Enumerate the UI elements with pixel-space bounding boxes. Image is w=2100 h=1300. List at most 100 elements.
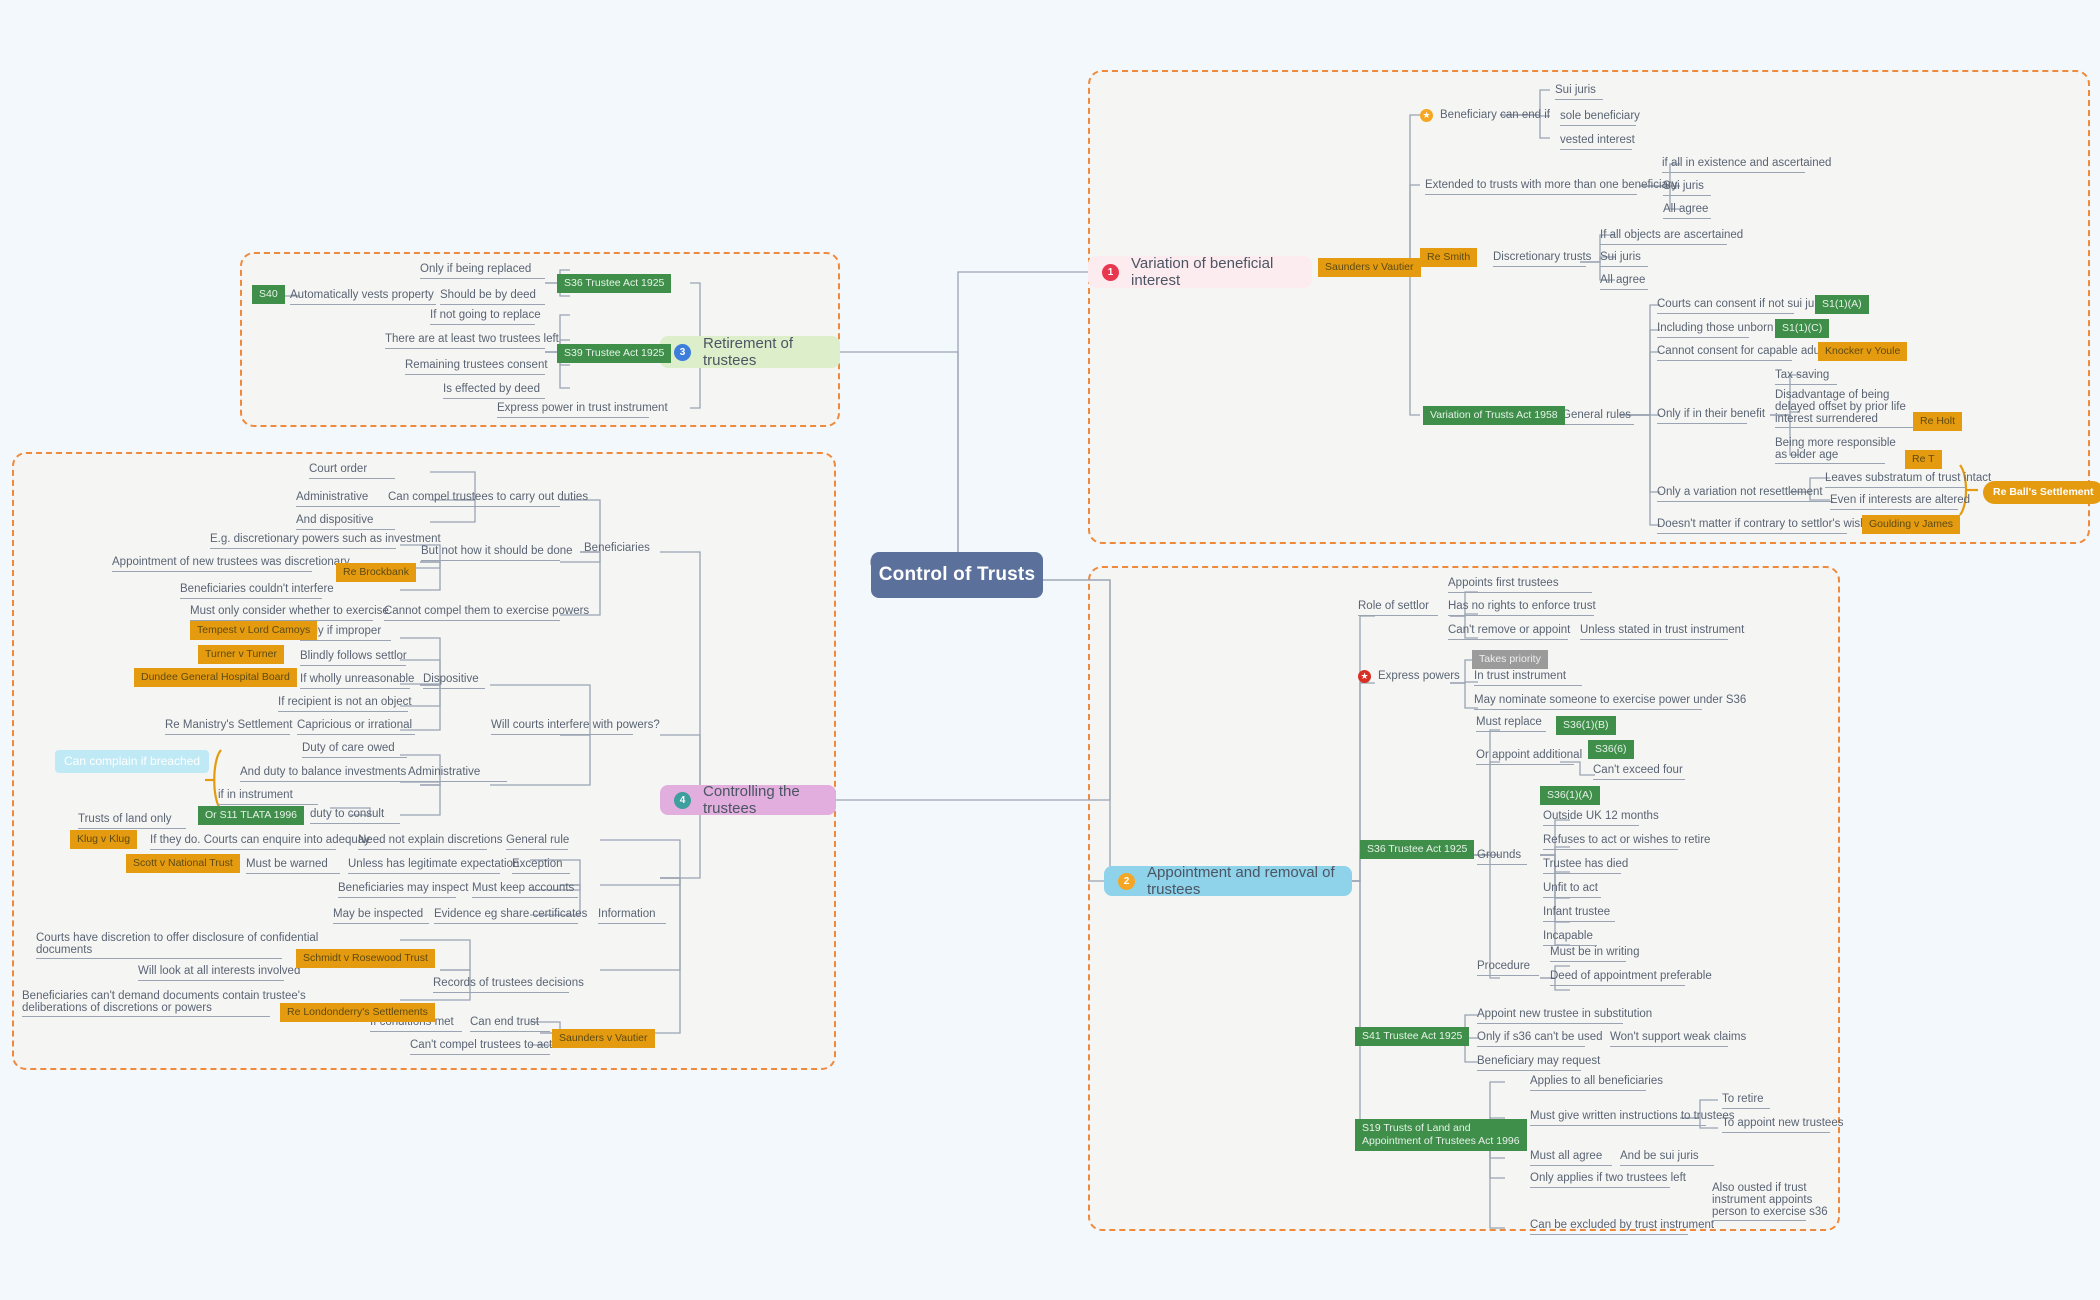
node-variation-22[interactable]: Even if interests are altered	[1830, 494, 1970, 510]
node-variation-20[interactable]: Only a variation not resettlement	[1657, 486, 1833, 502]
node-controlling-39[interactable]: Beneficiaries can't demand documents con…	[22, 990, 306, 1017]
node-controlling-9[interactable]: Must only consider whether to exercise	[190, 605, 389, 621]
node-controlling-0[interactable]: Court order	[309, 463, 395, 479]
chip-re-balls-settlement[interactable]: Re Ball's Settlement	[1983, 481, 2100, 504]
chip-re-brockbank[interactable]: Re Brockbank	[336, 563, 416, 582]
node-appointment-27[interactable]: To retire	[1722, 1093, 1770, 1109]
node-variation-17[interactable]: Tax saving	[1775, 369, 1837, 385]
node-appointment-23[interactable]: Won't support weak claims	[1610, 1031, 1746, 1047]
node-variation-19[interactable]: Being more responsible as older age	[1775, 437, 1896, 464]
node-variation-23[interactable]: Doesn't matter if contrary to settlor's …	[1657, 518, 1879, 534]
node-controlling-21[interactable]: Administrative	[408, 766, 507, 782]
node-appointment-7[interactable]: May nominate someone to exercise power u…	[1474, 694, 1746, 710]
node-appointment-2[interactable]: Has no rights to enforce trust	[1448, 600, 1596, 616]
node-variation-11[interactable]: All agree	[1600, 274, 1648, 290]
chip-variation-of-trusts-act-1958[interactable]: Variation of Trusts Act 1958	[1423, 406, 1565, 425]
chip-re-holt[interactable]: Re Holt	[1913, 412, 1963, 431]
node-retirement-7[interactable]: Express power in trust instrument	[497, 402, 668, 418]
node-variation-1[interactable]: sole beneficiary	[1560, 110, 1640, 126]
node-appointment-15[interactable]: Unfit to act	[1543, 882, 1601, 898]
node-controlling-15[interactable]: If recipient is not an object	[278, 696, 412, 712]
chip-s1-1-c[interactable]: S1(1)(C)	[1775, 319, 1830, 338]
node-variation-21[interactable]: Leaves substratum of trust intact	[1825, 472, 1991, 488]
node-controlling-37[interactable]: Will look at all interests involved	[138, 965, 300, 981]
chip-schmidt-v-rosewood-trust[interactable]: Schmidt v Rosewood Trust	[296, 949, 435, 968]
chip-s36-trustee-act-1925[interactable]: S36 Trustee Act 1925	[557, 274, 672, 293]
node-controlling-8[interactable]: Beneficiaries	[584, 542, 650, 557]
node-controlling-34[interactable]: Evidence eg share certificates	[434, 908, 587, 924]
node-controlling-30[interactable]: Exception	[512, 858, 570, 874]
node-controlling-19[interactable]: Duty of care owed	[302, 742, 407, 758]
node-variation-6[interactable]: Sui juris	[1663, 180, 1711, 196]
chip-s1-1-a[interactable]: S1(1)(A)	[1815, 295, 1869, 314]
chip-s39-trustee-act-1925[interactable]: S39 Trustee Act 1925	[557, 344, 672, 363]
node-retirement-4[interactable]: There are at least two trustees left	[385, 333, 559, 349]
chip-s36-1-a[interactable]: S36(1)(A)	[1540, 786, 1600, 805]
node-appointment-3[interactable]: Can't remove or appoint	[1448, 624, 1570, 640]
chip-takes-priority[interactable]: Takes priority	[1472, 650, 1548, 669]
chip-saunders-v-vautier-1[interactable]: Saunders v Vautier	[1318, 258, 1421, 277]
node-variation-8[interactable]: Discretionary trusts	[1493, 251, 1591, 267]
node-variation-0[interactable]: Sui juris	[1555, 84, 1603, 100]
node-controlling-24[interactable]: Trusts of land only	[78, 813, 186, 829]
node-controlling-32[interactable]: Must keep accounts	[472, 882, 578, 898]
node-controlling-26[interactable]: Need not explain discretions	[358, 834, 502, 850]
node-appointment-5[interactable]: Express powers	[1378, 670, 1460, 685]
node-retirement-3[interactable]: If not going to replace	[430, 309, 541, 325]
node-appointment-10[interactable]: Can't exceed four	[1593, 764, 1685, 780]
node-controlling-16[interactable]: Re Manistry's Settlement	[165, 719, 292, 735]
chip-saunders-v-vautier-2[interactable]: Saunders v Vautier	[552, 1029, 655, 1048]
chip-turner-v-turner[interactable]: Turner v Turner	[198, 645, 284, 664]
node-retirement-1[interactable]: Should be by deed	[440, 289, 545, 305]
node-appointment-0[interactable]: Appoints first trustees	[1448, 577, 1592, 593]
node-controlling-22[interactable]: if in instrument	[218, 789, 318, 805]
root-node[interactable]: Control of Trusts	[871, 552, 1043, 598]
main-topic-retirement[interactable]: 3 Retirement of trustees	[660, 335, 840, 369]
node-controlling-23[interactable]: duty to consult	[310, 808, 400, 824]
node-controlling-18[interactable]: Will courts interfere with powers?	[491, 719, 660, 735]
node-controlling-28[interactable]: Must be warned	[246, 858, 340, 874]
chip-s40[interactable]: S40	[252, 285, 285, 304]
node-variation-3[interactable]: Beneficiary can end if	[1440, 109, 1550, 124]
chip-knocker-v-youle[interactable]: Knocker v Youle	[1818, 342, 1908, 361]
node-appointment-30[interactable]: And be sui juris	[1620, 1150, 1714, 1166]
node-controlling-29[interactable]: Unless has legitimate expectation	[348, 858, 519, 874]
main-topic-controlling[interactable]: 4 Controlling the trustees	[660, 783, 836, 817]
node-appointment-1[interactable]: Role of settlor	[1358, 600, 1438, 616]
node-controlling-35[interactable]: Information	[598, 908, 666, 924]
node-controlling-7[interactable]: But not how it should be done	[421, 545, 573, 561]
node-appointment-21[interactable]: Appoint new trustee in substitution	[1477, 1008, 1652, 1024]
node-variation-18[interactable]: Disadvantage of being delayed offset by …	[1775, 389, 1915, 428]
chip-re-londonderrys-settlements[interactable]: Re Londonderry's Settlements	[280, 1003, 435, 1022]
node-appointment-17[interactable]: Incapable	[1543, 930, 1597, 946]
node-variation-4[interactable]: Extended to trusts with more than one be…	[1425, 179, 1678, 195]
chip-goulding-v-james[interactable]: Goulding v James	[1862, 515, 1961, 534]
node-appointment-32[interactable]: Can be excluded by trust instrument	[1530, 1219, 1714, 1235]
chip-s36-6[interactable]: S36(6)	[1588, 740, 1634, 759]
chip-dundee-general-hospital-board[interactable]: Dundee General Hospital Board	[134, 668, 297, 687]
node-controlling-31[interactable]: Beneficiaries may inspect	[338, 882, 468, 898]
node-appointment-8[interactable]: Must replace	[1476, 716, 1546, 732]
chip-s41-trustee-act-1925[interactable]: S41 Trustee Act 1925	[1355, 1027, 1470, 1046]
chip-re-t[interactable]: Re T	[1905, 450, 1942, 469]
node-controlling-1[interactable]: Administrative	[296, 491, 395, 507]
node-variation-2[interactable]: vested interest	[1560, 134, 1635, 150]
node-controlling-38[interactable]: Records of trustees decisions	[433, 977, 584, 993]
node-controlling-25[interactable]: If they do. Courts can enquire into adeq…	[150, 834, 370, 850]
node-controlling-27[interactable]: General rule	[506, 834, 569, 850]
node-variation-7[interactable]: All agree	[1663, 203, 1711, 219]
node-controlling-13[interactable]: If wholly unreasonable	[300, 673, 414, 689]
node-variation-16[interactable]: Only if in their benefit	[1657, 408, 1765, 424]
node-appointment-16[interactable]: Infant trustee	[1543, 906, 1615, 922]
node-controlling-36[interactable]: Courts have discretion to offer disclosu…	[36, 932, 318, 959]
main-topic-variation[interactable]: 1 Variation of beneficial interest	[1088, 255, 1312, 289]
node-appointment-6[interactable]: In trust instrument	[1474, 670, 1582, 686]
node-controlling-12[interactable]: Blindly follows settlor	[300, 650, 407, 666]
node-controlling-10[interactable]: Cannot compel them to exercise powers	[384, 605, 589, 621]
chip-re-smith[interactable]: Re Smith	[1420, 248, 1478, 267]
node-retirement-6[interactable]: Is effected by deed	[443, 383, 545, 399]
node-appointment-20[interactable]: Deed of appointment preferable	[1550, 970, 1712, 986]
node-variation-9[interactable]: If all objects are ascertained	[1600, 229, 1743, 245]
node-appointment-12[interactable]: Outside UK 12 months	[1543, 810, 1659, 826]
main-topic-appointment[interactable]: 2 Appointment and removal of trustees	[1104, 864, 1352, 898]
